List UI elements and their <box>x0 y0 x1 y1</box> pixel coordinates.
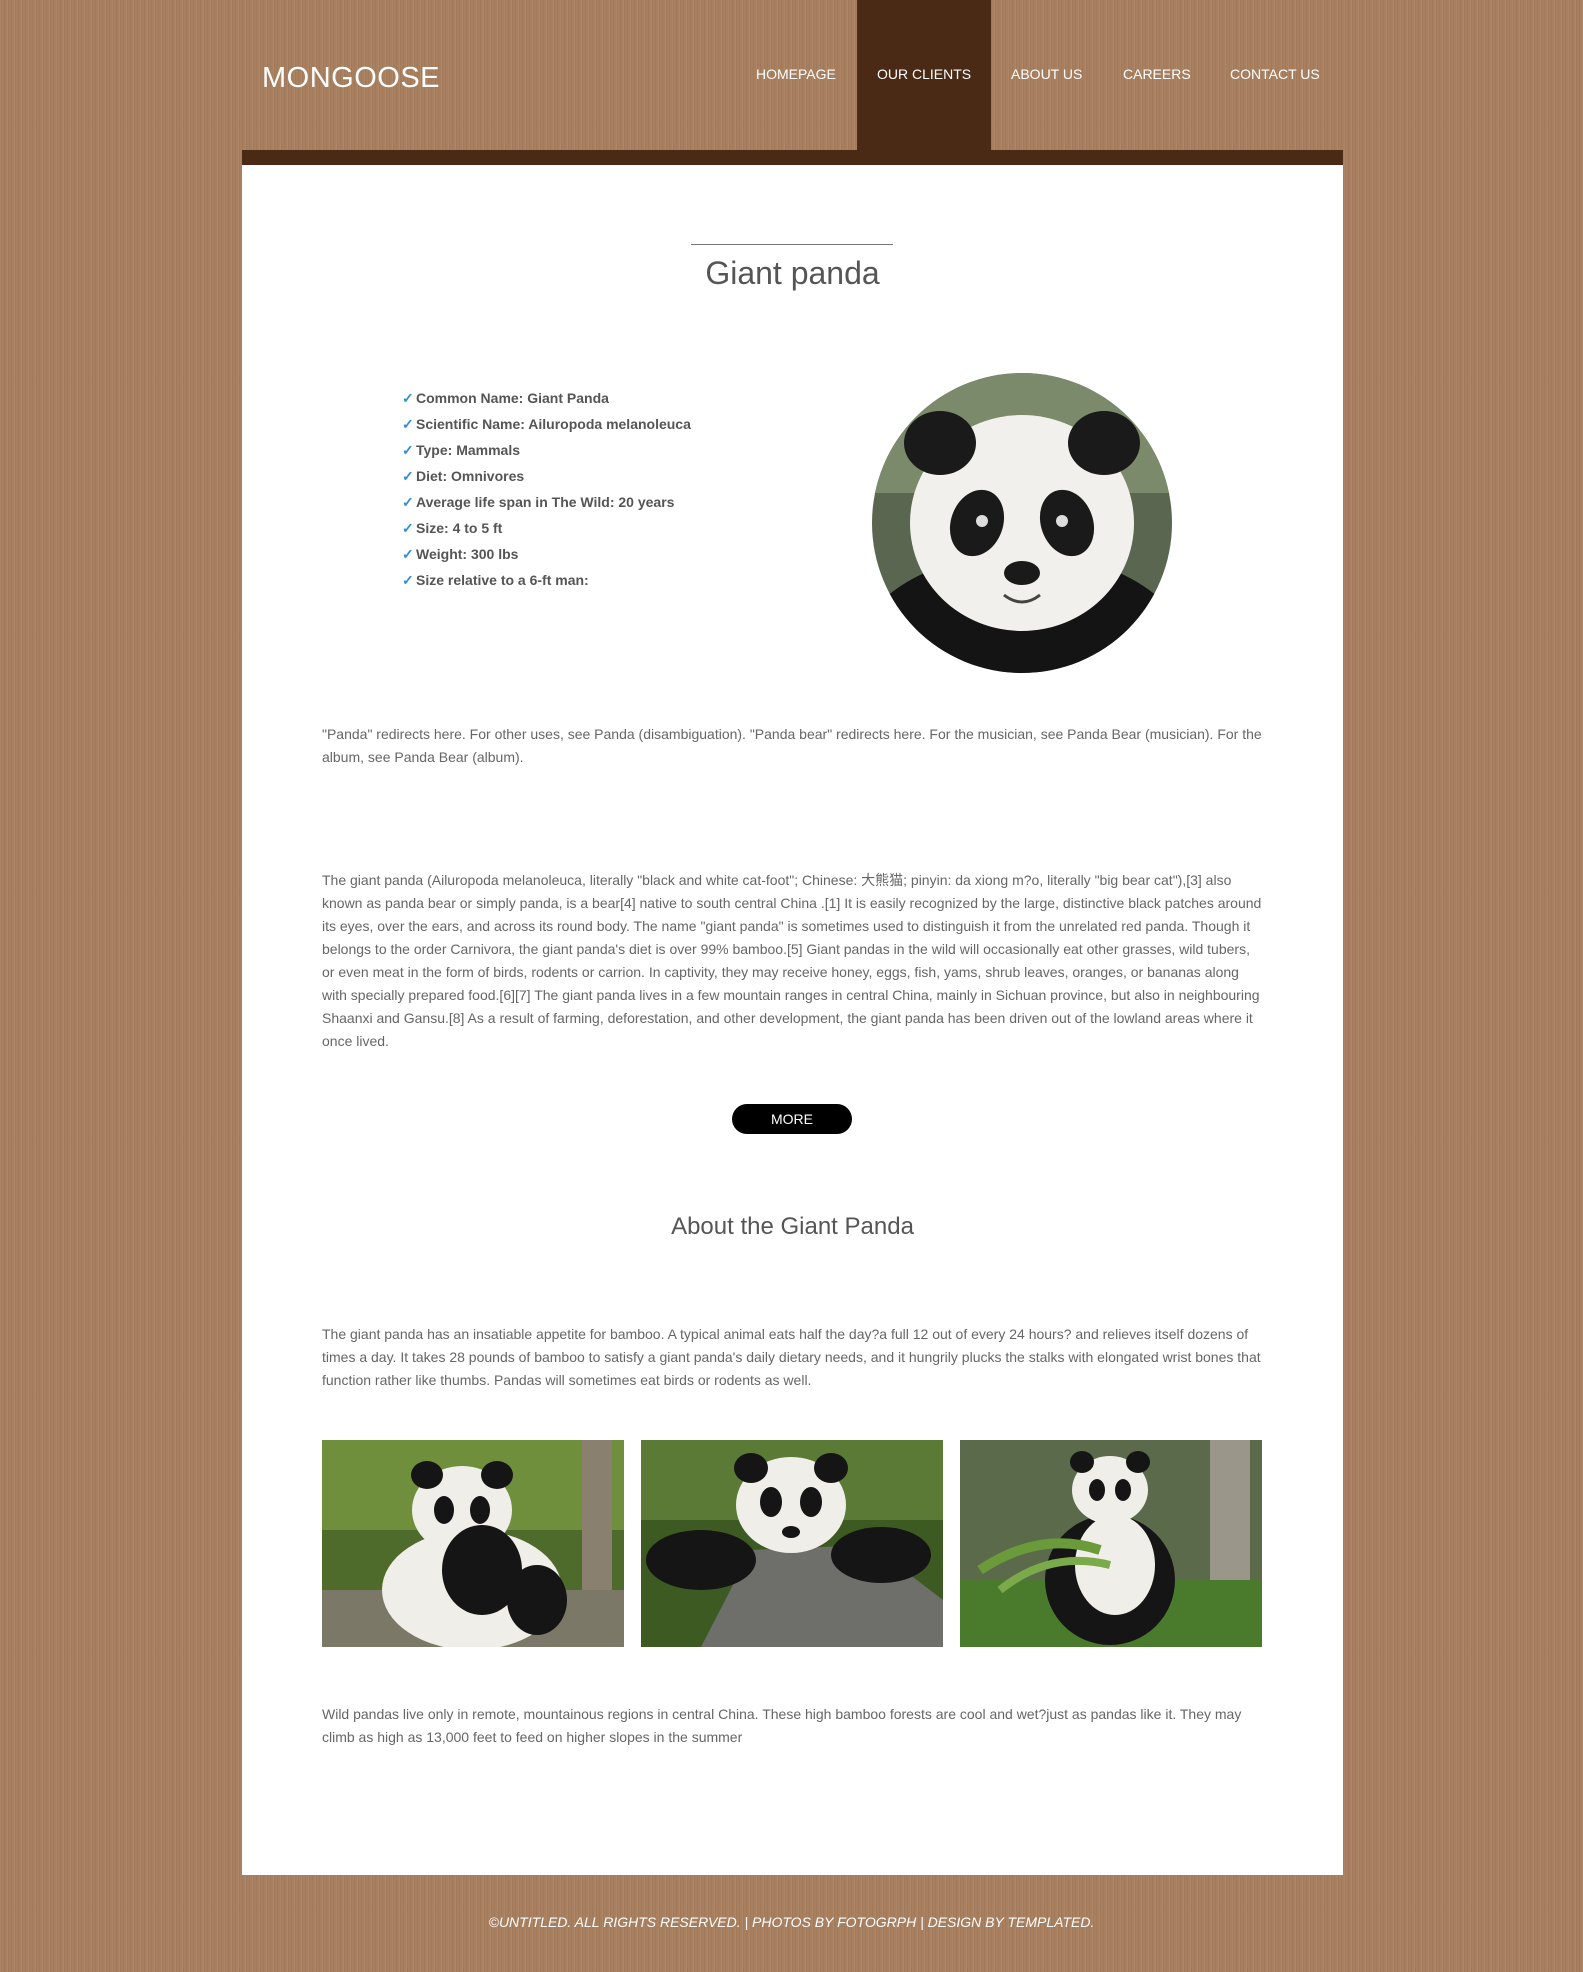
check-icon: ✓ <box>402 572 414 588</box>
facts-list: ✓ Common Name: Giant Panda ✓ Scientific Na… <box>402 390 691 598</box>
footer-credits: ©UNTITLED. ALL RIGHTS RESERVED. | PHOTOS… <box>488 1914 1095 1930</box>
closing-paragraph: Wild pandas live only in remote, mountai… <box>322 1706 1242 1745</box>
section-title: About the Giant Panda <box>671 1213 914 1240</box>
fact-item: ✓ Diet: Omnivores <box>402 468 525 484</box>
fact-item: ✓ Size: 4 to 5 ft <box>402 520 503 536</box>
check-icon: ✓ <box>402 468 414 484</box>
check-icon: ✓ <box>402 520 414 536</box>
gallery-image-2 <box>641 1440 943 1647</box>
nav-item-our-clients[interactable]: OUR CLIENTS <box>877 66 971 82</box>
main-content: Giant panda ✓ Common Name: Giant Panda ✓ S… <box>242 165 1343 1875</box>
check-icon: ✓ <box>402 416 414 432</box>
content-top-bar <box>242 150 1343 165</box>
fact-item: ✓ Type: Mammals <box>402 442 520 458</box>
nav-item-careers[interactable]: CAREERS <box>1123 66 1191 82</box>
fact-item: ✓ Weight: 300 lbs <box>402 546 519 562</box>
fact-item: ✓ Size relative to a 6-ft man: <box>402 572 589 588</box>
nav-item-contact-us[interactable]: CONTACT US <box>1230 66 1320 82</box>
check-icon: ✓ <box>402 442 414 458</box>
about-paragraph: The giant panda has an insatiable appeti… <box>322 1326 1261 1388</box>
fact-item: ✓ Average life span in The Wild: 20 years <box>402 494 675 510</box>
title-divider <box>691 244 893 245</box>
main-nav: HOMEPAGE OUR CLIENTS ABOUT US CAREERS CO… <box>0 66 1583 86</box>
intro-paragraph: The giant panda (Ailuropoda melanoleuca,… <box>322 872 1262 1049</box>
panda-portrait-image <box>872 373 1172 673</box>
check-icon: ✓ <box>402 494 414 510</box>
page-title: Giant panda <box>705 255 880 291</box>
fact-item: ✓ Common Name: Giant Panda <box>402 390 609 406</box>
nav-item-homepage[interactable]: HOMEPAGE <box>756 66 836 82</box>
gallery-image-1 <box>322 1440 624 1647</box>
check-icon: ✓ <box>402 390 414 406</box>
more-button[interactable]: MORE <box>732 1104 852 1134</box>
check-icon: ✓ <box>402 546 414 562</box>
redirect-note: "Panda" redirects here. For other uses, … <box>322 726 1262 765</box>
nav-item-about-us[interactable]: ABOUT US <box>1011 66 1082 82</box>
fact-item: ✓ Scientific Name: Ailuropoda melanoleuca <box>402 416 691 432</box>
gallery-image-3 <box>960 1440 1262 1647</box>
